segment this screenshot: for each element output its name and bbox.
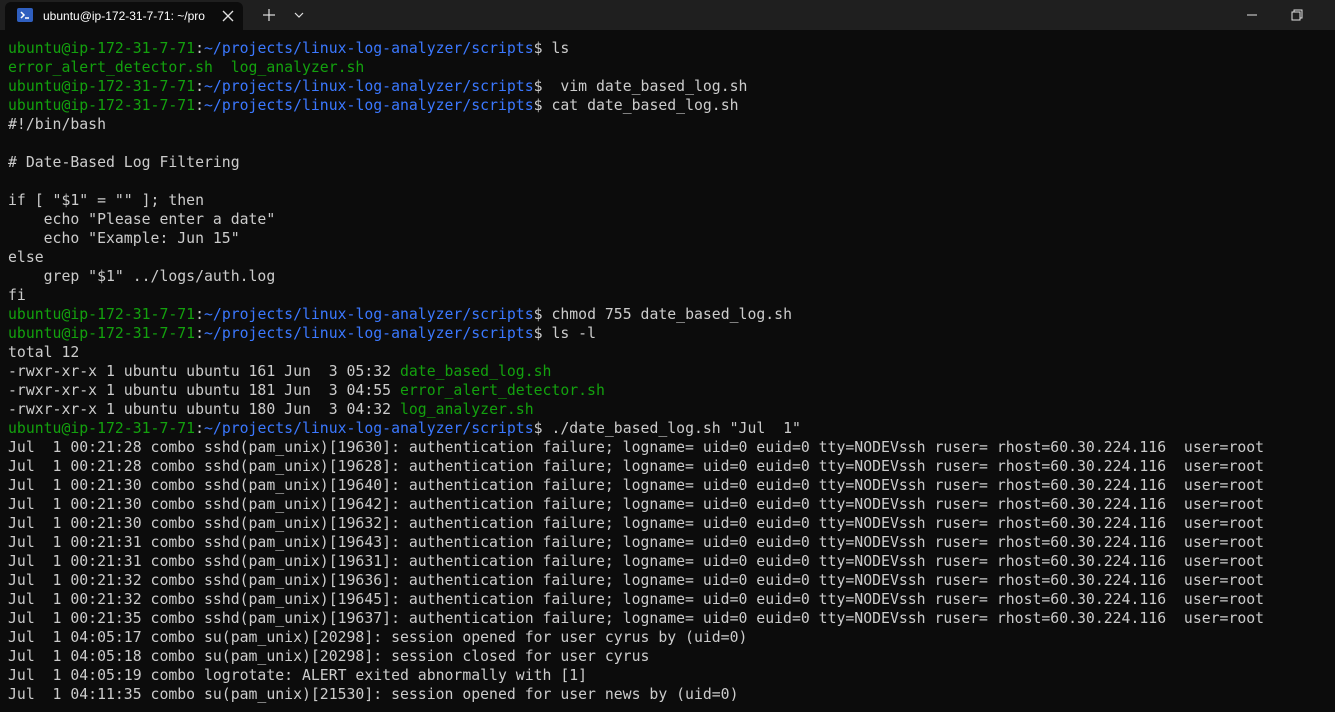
file-listing: error_alert_detector.sh log_analyzer.sh xyxy=(8,59,365,76)
output-line: Jul 1 00:21:31 combo sshd(pam_unix)[1963… xyxy=(8,553,1265,570)
prompt-path: ~/projects/linux-log-analyzer/scripts xyxy=(204,97,534,114)
prompt-line: ubuntu@ip-172-31-7-71:~/projects/linux-l… xyxy=(8,77,1330,96)
prompt-line: ubuntu@ip-172-31-7-71:~/projects/linux-l… xyxy=(8,419,1330,438)
chevron-down-icon[interactable] xyxy=(288,4,310,26)
output-line: Jul 1 00:21:30 combo sshd(pam_unix)[1964… xyxy=(8,477,1265,494)
command-text: vim date_based_log.sh xyxy=(551,78,748,95)
output-line: Jul 1 04:11:35 combo su(pam_unix)[21530]… xyxy=(8,686,739,703)
output-line: Jul 1 00:21:31 combo sshd(pam_unix)[1964… xyxy=(8,534,1265,551)
output-line: Jul 1 00:21:32 combo sshd(pam_unix)[1963… xyxy=(8,572,1265,589)
prompt-symbol: $ xyxy=(533,78,552,95)
output-line: Jul 1 04:05:18 combo su(pam_unix)[20298]… xyxy=(8,648,650,665)
prompt-line: ubuntu@ip-172-31-7-71:~/projects/linux-l… xyxy=(8,324,1330,343)
prompt-user: ubuntu@ip-172-31-7-71 xyxy=(8,306,196,323)
file-details: -rwxr-xr-x 1 ubuntu ubuntu 181 Jun 3 04:… xyxy=(8,382,400,399)
terminal-window: ubuntu@ip-172-31-7-71: ~/pro ubuntu@ip-1… xyxy=(0,0,1335,712)
prompt-symbol: $ xyxy=(533,325,552,342)
output-line: Jul 1 04:05:19 combo logrotate: ALERT ex… xyxy=(8,667,588,684)
prompt-symbol: $ xyxy=(533,97,552,114)
prompt-user: ubuntu@ip-172-31-7-71 xyxy=(8,325,196,342)
output-line: Jul 1 00:21:35 combo sshd(pam_unix)[1963… xyxy=(8,610,1265,627)
minimize-icon[interactable] xyxy=(1232,0,1272,30)
output-line: else xyxy=(8,249,44,266)
prompt-symbol: $ xyxy=(533,306,552,323)
output-line: Jul 1 00:21:30 combo sshd(pam_unix)[1964… xyxy=(8,496,1265,513)
prompt-line: ubuntu@ip-172-31-7-71:~/projects/linux-l… xyxy=(8,39,1330,58)
command-text: ./date_based_log.sh "Jul 1" xyxy=(551,420,801,437)
output-line: echo "Please enter a date" xyxy=(8,211,276,228)
output-line: Jul 1 00:21:32 combo sshd(pam_unix)[1964… xyxy=(8,591,1265,608)
file-details: -rwxr-xr-x 1 ubuntu ubuntu 180 Jun 3 04:… xyxy=(8,401,400,418)
command-text: ls xyxy=(551,40,570,57)
prompt-colon: : xyxy=(195,325,204,342)
file-details: -rwxr-xr-x 1 ubuntu ubuntu 161 Jun 3 05:… xyxy=(8,363,400,380)
prompt-user: ubuntu@ip-172-31-7-71 xyxy=(8,97,196,114)
close-icon[interactable] xyxy=(219,7,237,25)
file-entry: -rwxr-xr-x 1 ubuntu ubuntu 161 Jun 3 05:… xyxy=(8,362,1330,381)
prompt-line: ubuntu@ip-172-31-7-71:~/projects/linux-l… xyxy=(8,96,1330,115)
output-line: Jul 1 04:05:17 combo su(pam_unix)[20298]… xyxy=(8,629,748,646)
output-line: grep "$1" ../logs/auth.log xyxy=(8,268,276,285)
terminal-output[interactable]: ubuntu@ip-172-31-7-71:~/projects/linux-l… xyxy=(8,39,1330,704)
tab-title: ubuntu@ip-172-31-7-71: ~/pro xyxy=(43,9,205,23)
file-name: date_based_log.sh xyxy=(399,363,552,380)
prompt-path: ~/projects/linux-log-analyzer/scripts xyxy=(204,420,534,437)
output-line: fi xyxy=(8,287,26,304)
output-line: Jul 1 00:21:28 combo sshd(pam_unix)[1963… xyxy=(8,439,1265,456)
output-line: # Date-Based Log Filtering xyxy=(8,154,240,171)
restore-icon[interactable] xyxy=(1276,0,1316,30)
command-text: chmod 755 date_based_log.sh xyxy=(551,306,792,323)
prompt-symbol: $ xyxy=(533,40,552,57)
output-line: echo "Example: Jun 15" xyxy=(8,230,240,247)
prompt-colon: : xyxy=(195,40,204,57)
output-line: #!/bin/bash xyxy=(8,116,106,133)
output-line: Jul 1 00:21:28 combo sshd(pam_unix)[1962… xyxy=(8,458,1265,475)
prompt-path: ~/projects/linux-log-analyzer/scripts xyxy=(204,306,534,323)
prompt-line: ubuntu@ip-172-31-7-71:~/projects/linux-l… xyxy=(8,305,1330,324)
output-line: total 12 xyxy=(8,344,80,361)
prompt-colon: : xyxy=(195,78,204,95)
terminal-tab[interactable]: ubuntu@ip-172-31-7-71: ~/pro xyxy=(5,2,243,30)
prompt-path: ~/projects/linux-log-analyzer/scripts xyxy=(204,40,534,57)
command-text: ls -l xyxy=(551,325,596,342)
command-text: cat date_based_log.sh xyxy=(551,97,739,114)
prompt-user: ubuntu@ip-172-31-7-71 xyxy=(8,40,196,57)
output-line: Jul 1 00:21:30 combo sshd(pam_unix)[1963… xyxy=(8,515,1265,532)
prompt-path: ~/projects/linux-log-analyzer/scripts xyxy=(204,325,534,342)
file-entry: -rwxr-xr-x 1 ubuntu ubuntu 180 Jun 3 04:… xyxy=(8,400,1330,419)
file-name: error_alert_detector.sh xyxy=(399,382,605,399)
terminal-icon xyxy=(17,8,33,22)
prompt-symbol: $ xyxy=(533,420,552,437)
file-name: log_analyzer.sh xyxy=(399,401,534,418)
prompt-user: ubuntu@ip-172-31-7-71 xyxy=(8,420,196,437)
prompt-colon: : xyxy=(195,97,204,114)
prompt-colon: : xyxy=(195,420,204,437)
file-entry: -rwxr-xr-x 1 ubuntu ubuntu 181 Jun 3 04:… xyxy=(8,381,1330,400)
title-bar: ubuntu@ip-172-31-7-71: ~/pro xyxy=(0,0,1335,30)
output-line: if [ "$1" = "" ]; then xyxy=(8,192,204,209)
prompt-colon: : xyxy=(195,306,204,323)
prompt-user: ubuntu@ip-172-31-7-71 xyxy=(8,78,196,95)
prompt-path: ~/projects/linux-log-analyzer/scripts xyxy=(204,78,534,95)
plus-icon[interactable] xyxy=(258,4,280,26)
